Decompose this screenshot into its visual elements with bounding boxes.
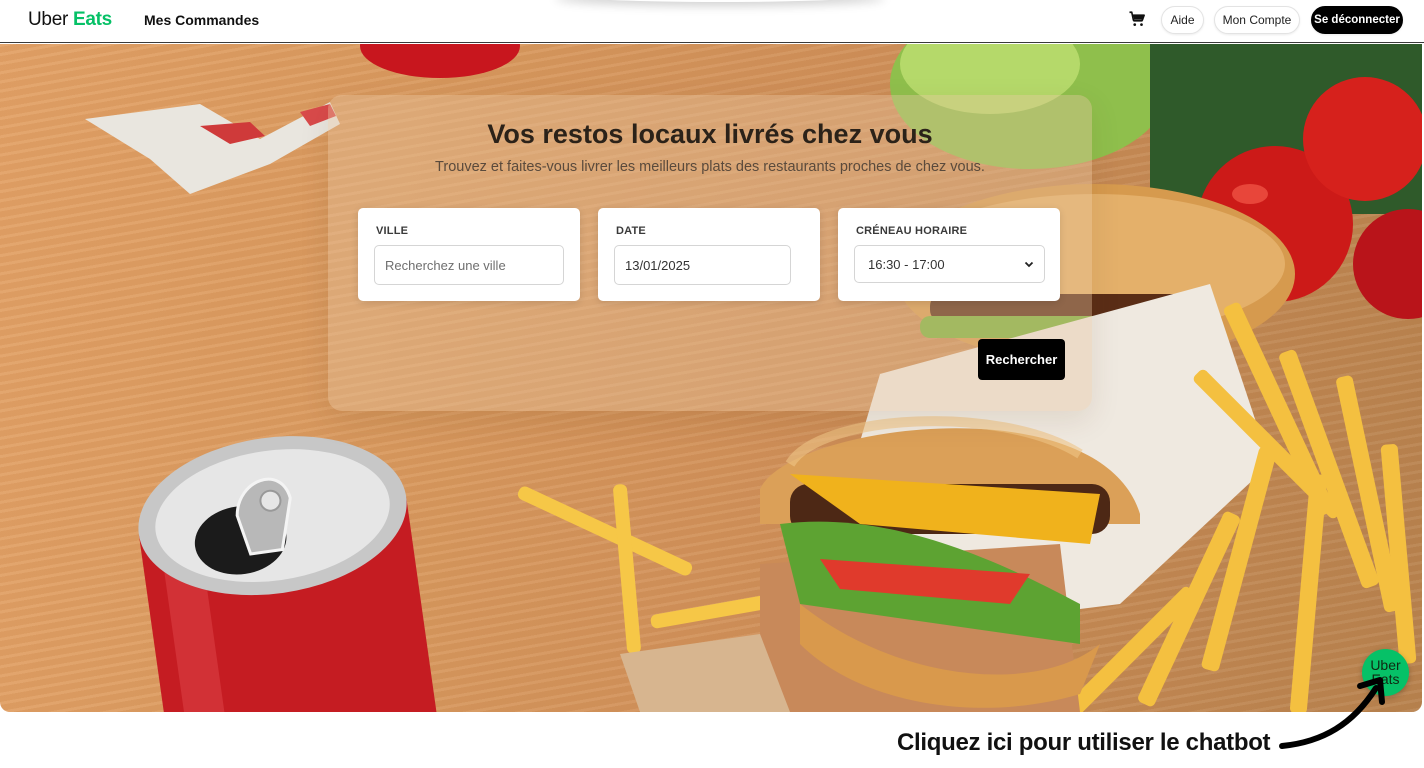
curved-arrow-icon	[1279, 677, 1385, 749]
time-slot-value: 16:30 - 17:00	[868, 256, 945, 272]
hero-title: Vos restos locaux livrés chez vous	[487, 119, 933, 149]
search-button[interactable]: Rechercher	[978, 339, 1065, 380]
chevron-down-icon	[1024, 261, 1034, 268]
city-label: VILLE	[376, 225, 409, 237]
date-label: DATE	[616, 225, 646, 237]
help-button[interactable]: Aide	[1161, 6, 1204, 34]
top-navbar: Uber Eats Mes Commandes Aide Mon Compte …	[0, 0, 1424, 43]
nav-my-orders-link[interactable]: Mes Commandes	[144, 12, 259, 28]
city-search-input[interactable]: Recherchez une ville	[374, 245, 564, 285]
city-card: VILLE Recherchez une ville	[358, 208, 580, 301]
my-account-button[interactable]: Mon Compte	[1214, 6, 1300, 34]
date-input[interactable]: 13/01/2025	[614, 245, 791, 285]
logo-word-eats: Eats	[72, 9, 112, 30]
chatbot-cta-text: Cliquez ici pour utiliser le chatbot	[897, 729, 1271, 756]
time-slot-select[interactable]: 16:30 - 17:00	[854, 245, 1045, 283]
uber-eats-logo[interactable]: Uber Eats	[28, 9, 112, 31]
hero-section: Vos restos locaux livrés chez vous Trouv…	[0, 44, 1422, 712]
logo-word-uber: Uber	[28, 9, 68, 30]
logout-button[interactable]: Se déconnecter	[1311, 6, 1403, 34]
time-slot-card: CRÉNEAU HORAIRE 16:30 - 17:00	[838, 208, 1060, 301]
cart-icon[interactable]	[1128, 10, 1146, 28]
hero-subtitle: Trouvez et faites-vous livrer les meille…	[435, 159, 985, 175]
time-slot-label: CRÉNEAU HORAIRE	[856, 225, 968, 237]
date-card: DATE 13/01/2025	[598, 208, 820, 301]
header-shadow	[555, 0, 885, 2]
